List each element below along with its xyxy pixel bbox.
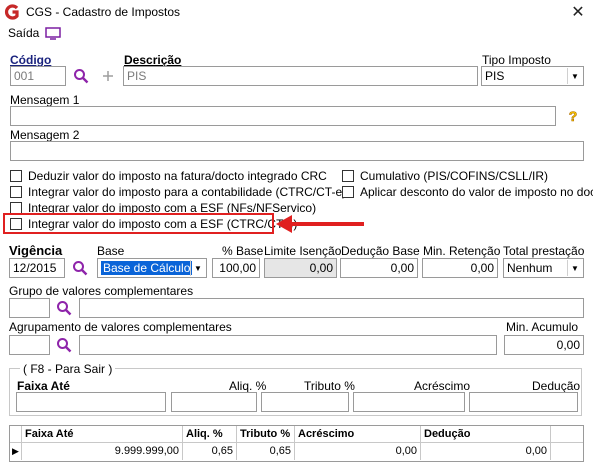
deducao-base-label: Dedução Base bbox=[341, 244, 420, 258]
grupo-valores-desc-input[interactable] bbox=[79, 298, 584, 318]
aliq-input[interactable] bbox=[171, 392, 257, 412]
grid-header-tributo[interactable]: Tributo % bbox=[237, 426, 295, 443]
add-icon[interactable] bbox=[101, 69, 115, 83]
grid-cell-tributo[interactable]: 0,65 bbox=[237, 443, 295, 460]
window-title: CGS - Cadastro de Impostos bbox=[26, 5, 181, 19]
row-indicator-icon: ▶ bbox=[10, 443, 22, 460]
tipo-imposto-label: Tipo Imposto bbox=[482, 53, 551, 67]
grid-indicator-header bbox=[10, 426, 22, 443]
svg-text:?: ? bbox=[569, 108, 578, 124]
pct-base-label: % Base bbox=[222, 244, 264, 258]
min-retencao-input[interactable]: 0,00 bbox=[422, 258, 498, 278]
deducao-input[interactable] bbox=[469, 392, 578, 412]
descricao-label: Descrição bbox=[124, 53, 182, 67]
grid-header-aliq[interactable]: Aliq. % bbox=[183, 426, 237, 443]
pct-base-input[interactable]: 100,00 bbox=[212, 258, 260, 278]
total-prestacao-value: Nenhum bbox=[507, 261, 553, 275]
total-prestacao-select[interactable]: Nenhum ▼ bbox=[503, 258, 584, 278]
faixa-legend: ( F8 - Para Sair ) bbox=[20, 362, 116, 376]
tributo-input[interactable] bbox=[261, 392, 349, 412]
mensagem2-input[interactable] bbox=[10, 141, 584, 161]
search-icon[interactable] bbox=[72, 260, 88, 276]
help-icon[interactable]: ? bbox=[566, 108, 580, 124]
aplicar-desconto-label: Aplicar desconto do valor de imposto no … bbox=[360, 185, 593, 199]
grid-header-deducao[interactable]: Dedução bbox=[421, 426, 551, 443]
mensagem1-input[interactable] bbox=[10, 106, 556, 126]
close-icon[interactable]: ✕ bbox=[569, 2, 587, 22]
mensagem2-label: Mensagem 2 bbox=[10, 128, 80, 142]
base-select[interactable]: Base de Cálculo ▼ bbox=[97, 258, 207, 278]
title-bar: CGS - Cadastro de Impostos ✕ bbox=[0, 0, 593, 24]
codigo-label: Código bbox=[10, 53, 52, 67]
mensagem1-label: Mensagem 1 bbox=[10, 93, 80, 107]
grupo-valores-code-input[interactable] bbox=[9, 298, 50, 318]
agrupamento-code-input[interactable] bbox=[9, 335, 50, 355]
min-acumulo-label: Min. Acumulo bbox=[506, 320, 579, 334]
integrar-contabilidade-checkbox[interactable] bbox=[10, 186, 22, 198]
integrar-contabilidade-label: Integrar valor do imposto para a contabi… bbox=[28, 185, 347, 199]
chevron-down-icon[interactable]: ▼ bbox=[567, 260, 582, 276]
monitor-icon[interactable] bbox=[45, 27, 61, 40]
faixa-grid[interactable]: Faixa Até Aliq. % Tributo % Acréscimo De… bbox=[9, 425, 584, 462]
deducao-label: Dedução bbox=[532, 379, 581, 393]
app-logo-icon bbox=[5, 4, 19, 20]
grid-cell-acrescimo[interactable]: 0,00 bbox=[295, 443, 421, 460]
min-acumulo-input[interactable]: 0,00 bbox=[504, 335, 584, 355]
min-retencao-label: Min. Retenção bbox=[423, 244, 501, 258]
agrupamento-desc-input[interactable] bbox=[79, 335, 497, 355]
aliq-label: Aliq. % bbox=[229, 379, 267, 393]
vigencia-label: Vigência bbox=[9, 243, 63, 258]
tipo-imposto-value: PIS bbox=[485, 69, 505, 83]
chevron-down-icon[interactable]: ▼ bbox=[190, 260, 205, 276]
tipo-imposto-select[interactable]: PIS ▼ bbox=[481, 66, 584, 86]
menu-saida[interactable]: Saída bbox=[8, 26, 39, 40]
codigo-input[interactable]: 001 bbox=[10, 66, 66, 86]
grid-cell-aliq[interactable]: 0,65 bbox=[183, 443, 237, 460]
limite-isencao-label: Limite Isenção bbox=[264, 244, 342, 258]
grid-cell-faixa-ate[interactable]: 9.999.999,00 bbox=[22, 443, 183, 460]
acrescimo-input[interactable] bbox=[353, 392, 465, 412]
tributo-label: Tributo % bbox=[304, 379, 355, 393]
deduzir-checkbox[interactable] bbox=[10, 170, 22, 182]
search-icon[interactable] bbox=[56, 300, 72, 316]
agrupamento-valores-label: Agrupamento de valores complementares bbox=[9, 320, 232, 334]
chevron-down-icon[interactable]: ▼ bbox=[567, 68, 582, 84]
search-icon[interactable] bbox=[56, 337, 72, 353]
deduzir-label: Deduzir valor do imposto na fatura/docto… bbox=[28, 169, 327, 183]
search-icon[interactable] bbox=[73, 68, 89, 84]
base-value: Base de Cálculo bbox=[101, 261, 193, 275]
grid-cell-deducao[interactable]: 0,00 bbox=[421, 443, 551, 460]
faixa-ate-input[interactable] bbox=[16, 392, 166, 412]
grupo-valores-label: Grupo de valores complementares bbox=[9, 284, 194, 298]
highlight-box bbox=[3, 213, 274, 234]
descricao-input[interactable]: PIS bbox=[123, 66, 478, 86]
grid-header-faixa-ate[interactable]: Faixa Até bbox=[22, 426, 183, 443]
base-label: Base bbox=[97, 244, 125, 258]
annotation-arrow-icon bbox=[276, 215, 364, 233]
aplicar-desconto-checkbox[interactable] bbox=[342, 186, 354, 198]
limite-isencao-input[interactable]: 0,00 bbox=[264, 258, 337, 278]
total-prestacao-label: Total prestação bbox=[503, 244, 585, 258]
vigencia-input[interactable]: 12/2015 bbox=[9, 258, 65, 278]
grid-header-acrescimo[interactable]: Acréscimo bbox=[295, 426, 421, 443]
deducao-base-input[interactable]: 0,00 bbox=[340, 258, 418, 278]
cumulativo-checkbox[interactable] bbox=[342, 170, 354, 182]
acrescimo-label: Acréscimo bbox=[414, 379, 471, 393]
cumulativo-label: Cumulativo (PIS/COFINS/CSLL/IR) bbox=[360, 169, 549, 183]
grid-header-filler bbox=[551, 426, 583, 443]
faixa-ate-label: Faixa Até bbox=[17, 379, 70, 393]
